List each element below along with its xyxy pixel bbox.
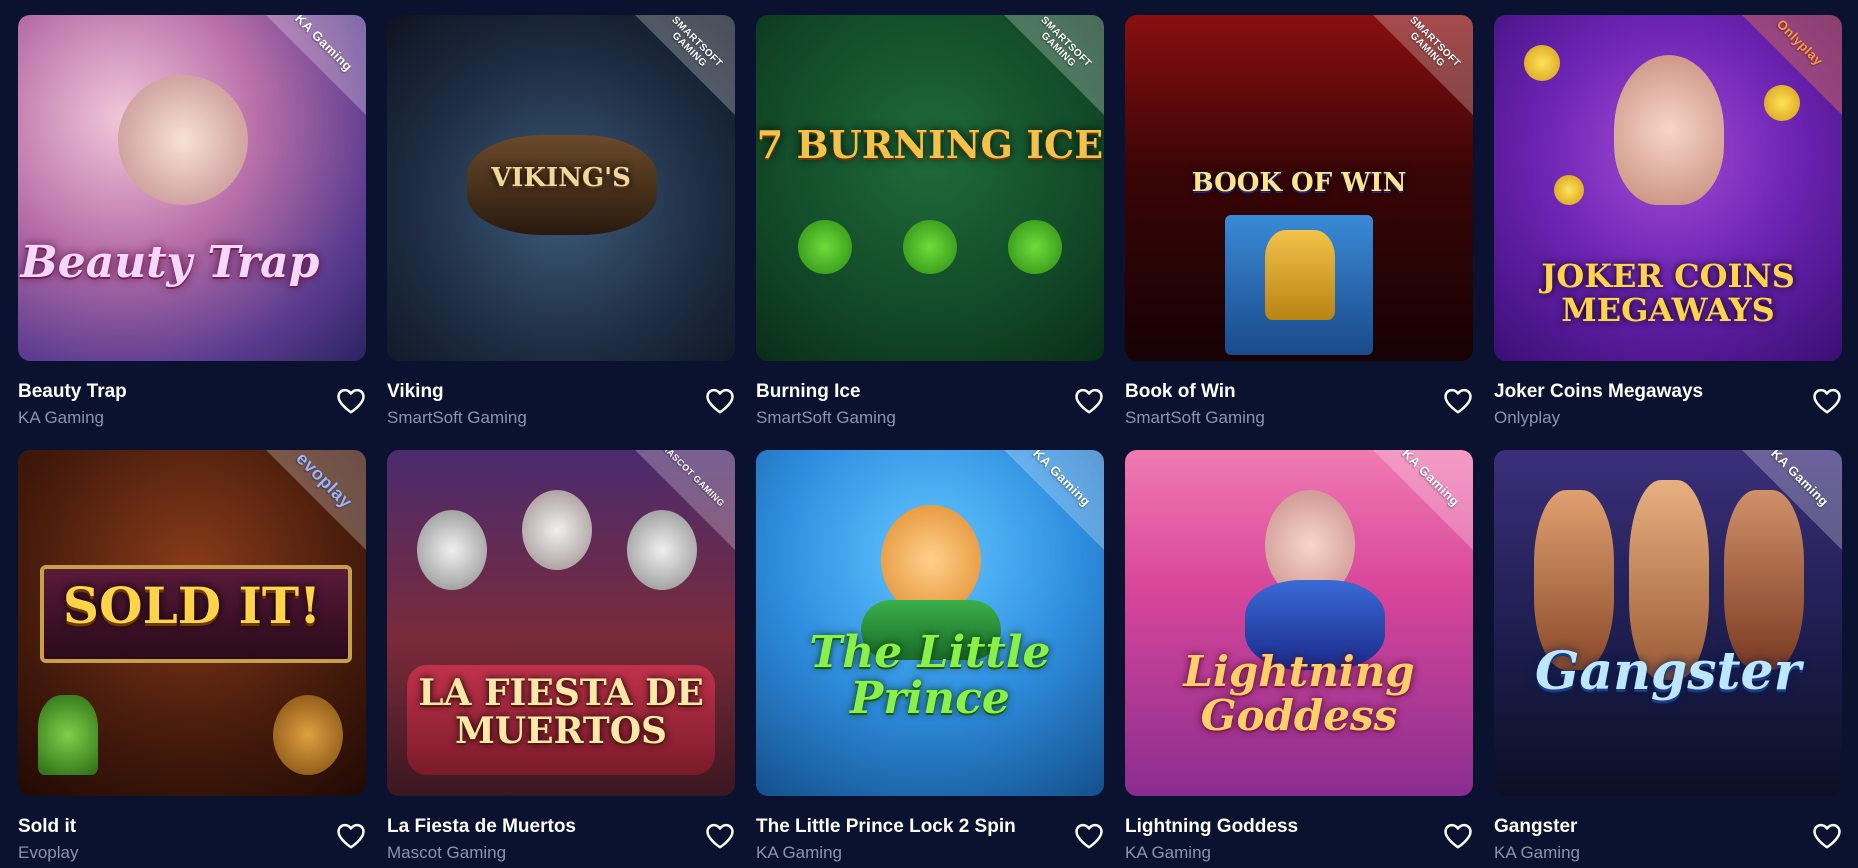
game-card[interactable]: BOOK OF WIN SMARTSOFT GAMING Book of Win… xyxy=(1125,15,1473,427)
game-card[interactable]: SOLD IT! evoplay Sold it Evoplay xyxy=(18,450,366,862)
game-provider: SmartSoft Gaming xyxy=(756,408,896,427)
game-provider: Onlyplay xyxy=(1494,408,1561,427)
heart-outline-icon xyxy=(706,388,734,414)
game-name[interactable]: Lightning Goddess xyxy=(1125,816,1298,838)
game-thumbnail[interactable]: LA FIESTA DE MUERTOS MASCOT GAMING xyxy=(387,450,735,796)
game-name[interactable]: Gangster xyxy=(1494,816,1577,838)
favorite-button[interactable] xyxy=(1443,387,1473,415)
game-card[interactable]: Beauty Trap KA Gaming Beauty Trap KA Gam… xyxy=(18,15,366,427)
favorite-button[interactable] xyxy=(1074,387,1104,415)
game-grid: Beauty Trap KA Gaming Beauty Trap KA Gam… xyxy=(18,15,1842,862)
game-name[interactable]: Book of Win xyxy=(1125,381,1236,403)
favorite-button[interactable] xyxy=(1812,387,1842,415)
heart-outline-icon xyxy=(1075,388,1103,414)
game-art-title: VIKING'S xyxy=(491,163,631,193)
game-provider: SmartSoft Gaming xyxy=(387,408,527,427)
game-provider: SmartSoft Gaming xyxy=(1125,408,1265,427)
game-name[interactable]: Viking xyxy=(387,381,444,403)
game-card[interactable]: The Little Prince KA Gaming The Little P… xyxy=(756,450,1104,862)
heart-outline-icon xyxy=(1444,823,1472,849)
game-card[interactable]: 7 BURNING ICE SMARTSOFT GAMING Burning I… xyxy=(756,15,1104,427)
game-thumbnail[interactable]: The Little Prince KA Gaming xyxy=(756,450,1104,796)
game-art-title: SOLD IT! xyxy=(62,576,322,635)
game-thumbnail[interactable]: Lightning Goddess KA Gaming xyxy=(1125,450,1473,796)
game-art-title: LA FIESTA DE MUERTOS xyxy=(418,672,704,752)
favorite-button[interactable] xyxy=(705,822,735,850)
game-art-title: Lightning Goddess xyxy=(1183,647,1415,741)
game-thumbnail[interactable]: SOLD IT! evoplay xyxy=(18,450,366,796)
game-name[interactable]: The Little Prince Lock 2 Spin xyxy=(756,816,1016,838)
game-provider: KA Gaming xyxy=(756,843,842,862)
game-name[interactable]: La Fiesta de Muertos xyxy=(387,816,576,838)
heart-outline-icon xyxy=(337,823,365,849)
game-card[interactable]: VIKING'S SMARTSOFT GAMING Viking SmartSo… xyxy=(387,15,735,427)
heart-outline-icon xyxy=(1813,823,1841,849)
game-card[interactable]: JOKER COINS MEGAWAYS Onlyplay Joker Coin… xyxy=(1494,15,1842,427)
game-art-title: The Little Prince xyxy=(809,627,1051,725)
game-name[interactable]: Sold it xyxy=(18,816,76,838)
heart-outline-icon xyxy=(706,823,734,849)
favorite-button[interactable] xyxy=(336,822,366,850)
game-provider: Evoplay xyxy=(18,843,79,862)
favorite-button[interactable] xyxy=(1812,822,1842,850)
game-art-title: 7 BURNING ICE xyxy=(756,122,1104,167)
game-thumbnail[interactable]: Gangster KA Gaming xyxy=(1494,450,1842,796)
game-thumbnail[interactable]: 7 BURNING ICE SMARTSOFT GAMING xyxy=(756,15,1104,361)
game-provider: KA Gaming xyxy=(18,408,104,427)
game-art-title: Gangster xyxy=(1534,641,1802,702)
heart-outline-icon xyxy=(337,388,365,414)
favorite-button[interactable] xyxy=(336,387,366,415)
game-provider: KA Gaming xyxy=(1125,843,1211,862)
game-provider: Mascot Gaming xyxy=(387,843,507,862)
game-card[interactable]: Gangster KA Gaming Gangster KA Gaming xyxy=(1494,450,1842,862)
heart-outline-icon xyxy=(1813,388,1841,414)
game-card[interactable]: Lightning Goddess KA Gaming Lightning Go… xyxy=(1125,450,1473,862)
game-art-title: Beauty Trap xyxy=(20,237,320,288)
game-name[interactable]: Beauty Trap xyxy=(18,381,127,403)
game-name[interactable]: Joker Coins Megaways xyxy=(1494,381,1703,403)
game-thumbnail[interactable]: VIKING'S SMARTSOFT GAMING xyxy=(387,15,735,361)
favorite-button[interactable] xyxy=(1443,822,1473,850)
game-art-title: BOOK OF WIN xyxy=(1191,168,1407,198)
heart-outline-icon xyxy=(1075,823,1103,849)
game-provider: KA Gaming xyxy=(1494,843,1580,862)
game-thumbnail[interactable]: JOKER COINS MEGAWAYS Onlyplay xyxy=(1494,15,1842,361)
favorite-button[interactable] xyxy=(705,387,735,415)
game-art-title: JOKER COINS MEGAWAYS xyxy=(1541,257,1795,329)
game-name[interactable]: Burning Ice xyxy=(756,381,861,403)
favorite-button[interactable] xyxy=(1074,822,1104,850)
game-card[interactable]: LA FIESTA DE MUERTOS MASCOT GAMING La Fi… xyxy=(387,450,735,862)
game-thumbnail[interactable]: Beauty Trap KA Gaming xyxy=(18,15,366,361)
heart-outline-icon xyxy=(1444,388,1472,414)
game-thumbnail[interactable]: BOOK OF WIN SMARTSOFT GAMING xyxy=(1125,15,1473,361)
